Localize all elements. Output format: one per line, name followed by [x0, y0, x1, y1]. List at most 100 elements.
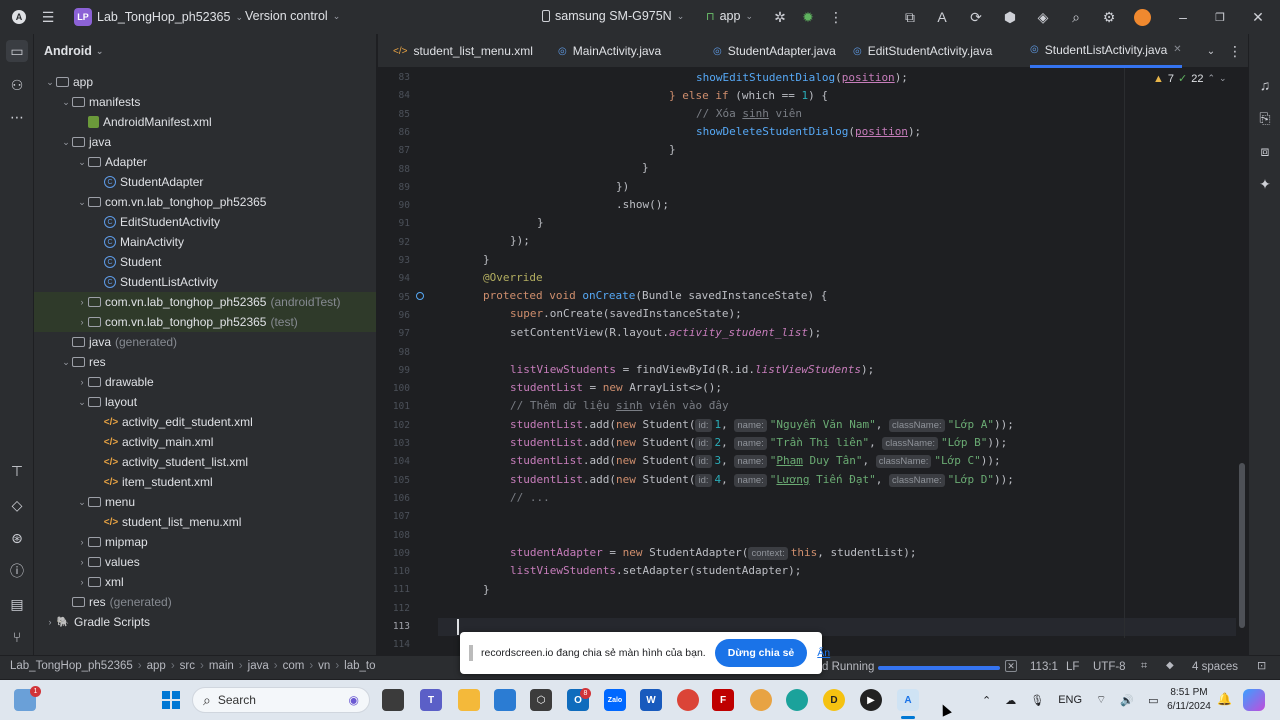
- search-icon[interactable]: ⌕: [1065, 6, 1087, 28]
- chrome-icon[interactable]: [677, 689, 699, 711]
- onedrive-cloud-icon[interactable]: ☁: [1005, 694, 1016, 707]
- tree-item[interactable]: ⌄ com.vn.lab_tonghop_ph52365: [34, 192, 376, 212]
- lock-icon[interactable]: ⊡: [1257, 659, 1266, 672]
- caret-position[interactable]: 113:1: [1030, 661, 1058, 673]
- task-status[interactable]: d Running: [822, 661, 874, 673]
- tree-item[interactable]: C Student: [34, 252, 376, 272]
- restore-icon[interactable]: ❐: [1209, 6, 1231, 28]
- run-config-selector[interactable]: ⊓ app ⌄: [706, 9, 753, 23]
- line-number[interactable]: 107: [378, 511, 410, 522]
- line-number[interactable]: 100: [378, 383, 410, 394]
- line-number[interactable]: 108: [378, 530, 410, 541]
- line-number[interactable]: 102: [378, 420, 410, 431]
- android-studio-logo-icon[interactable]: A: [8, 6, 30, 28]
- notifications-bell-icon[interactable]: ♫: [1254, 74, 1276, 96]
- line-separator[interactable]: LF: [1066, 661, 1079, 673]
- zalo-icon[interactable]: Zalo: [604, 689, 626, 711]
- scrollbar-thumb[interactable]: [1239, 463, 1245, 628]
- postman-icon[interactable]: D: [823, 689, 845, 711]
- apply-changes-icon[interactable]: ✲: [769, 6, 791, 28]
- tree-item[interactable]: </> activity_main.xml: [34, 432, 376, 452]
- drag-handle-icon[interactable]: [469, 645, 473, 661]
- chevron-down-icon[interactable]: ⌄: [60, 137, 72, 148]
- tree-item[interactable]: › com.vn.lab_tonghop_ph52365 (androidTest): [34, 292, 376, 312]
- tree-item[interactable]: AndroidManifest.xml: [34, 112, 376, 132]
- battery-icon[interactable]: ▭: [1148, 694, 1158, 707]
- line-number[interactable]: 101: [378, 401, 410, 412]
- tree-item[interactable]: </> activity_edit_student.xml: [34, 412, 376, 432]
- more-actions-icon[interactable]: ⋮: [825, 6, 847, 28]
- chevron-right-icon[interactable]: ›: [76, 577, 88, 587]
- copilot-taskbar-icon[interactable]: [1243, 689, 1265, 711]
- logcat-icon[interactable]: ⊛: [6, 527, 28, 549]
- project-selector[interactable]: LP Lab_TongHop_ph52365 ⌄: [74, 8, 243, 26]
- tree-item[interactable]: ⌄ manifests: [34, 92, 376, 112]
- line-number[interactable]: 103: [378, 438, 410, 449]
- chevron-right-icon[interactable]: ›: [76, 317, 88, 327]
- breadcrumb-item[interactable]: src: [180, 660, 195, 672]
- tab-studentlistactivity-java[interactable]: ◎ StudentListActivity.java ✕: [1030, 34, 1182, 68]
- line-number[interactable]: 88: [378, 164, 410, 175]
- tree-item[interactable]: › xml: [34, 572, 376, 592]
- tree-item[interactable]: </> activity_student_list.xml: [34, 452, 376, 472]
- terminal-icon[interactable]: ▤: [6, 593, 28, 615]
- file-explorer-icon[interactable]: [458, 689, 480, 711]
- tree-item[interactable]: java (generated): [34, 332, 376, 352]
- line-number[interactable]: 109: [378, 548, 410, 559]
- line-number[interactable]: 96: [378, 310, 410, 321]
- tree-item[interactable]: › drawable: [34, 372, 376, 392]
- line-number[interactable]: 94: [378, 273, 410, 284]
- line-number[interactable]: 110: [378, 566, 410, 577]
- line-number[interactable]: 90: [378, 200, 410, 211]
- gemini-sparkle-icon[interactable]: ✦: [1254, 173, 1276, 195]
- gradle-icon[interactable]: ⬢: [999, 6, 1021, 28]
- line-number[interactable]: 84: [378, 90, 410, 101]
- chevron-down-icon[interactable]: ⌄: [60, 97, 72, 108]
- chevron-down-icon[interactable]: ⌄: [44, 77, 56, 88]
- line-number[interactable]: 95: [378, 292, 410, 303]
- filezilla-icon[interactable]: F: [712, 689, 734, 711]
- profiler-icon[interactable]: ◈: [1032, 6, 1054, 28]
- tree-item[interactable]: ⌄ java: [34, 132, 376, 152]
- windows-start-icon[interactable]: [160, 689, 182, 711]
- project-view-selector[interactable]: Android ⌄: [34, 34, 376, 68]
- chevron-right-icon[interactable]: ›: [76, 537, 88, 547]
- tree-item[interactable]: C StudentListActivity: [34, 272, 376, 292]
- line-number[interactable]: 111: [378, 584, 410, 595]
- volume-icon[interactable]: 🔊: [1120, 694, 1134, 707]
- breadcrumb-item[interactable]: Lab_TongHop_ph52365: [10, 660, 133, 672]
- notifications-bell-icon[interactable]: 🔔: [1217, 692, 1232, 706]
- line-number[interactable]: 93: [378, 255, 410, 266]
- close-tab-icon[interactable]: ✕: [1173, 44, 1181, 55]
- teams-icon[interactable]: T: [420, 689, 442, 711]
- device-selector[interactable]: samsung SM-G975N ⌄: [542, 9, 684, 23]
- tree-item[interactable]: C StudentAdapter: [34, 172, 376, 192]
- more-tools-icon[interactable]: ⋯: [6, 106, 28, 128]
- minimize-icon[interactable]: –: [1172, 6, 1194, 28]
- chevron-right-icon[interactable]: ›: [76, 377, 88, 387]
- device-manager-icon[interactable]: ⧉: [899, 6, 921, 28]
- tree-item[interactable]: › com.vn.lab_tonghop_ph52365 (test): [34, 312, 376, 332]
- media-player-icon[interactable]: ▶: [860, 689, 882, 711]
- git-icon[interactable]: ⑂: [6, 626, 28, 648]
- chevron-up-icon[interactable]: ⌃: [982, 694, 991, 707]
- tree-item[interactable]: ⌄ app: [34, 72, 376, 92]
- breadcrumb-item[interactable]: vn: [318, 660, 330, 672]
- file-encoding[interactable]: UTF-8: [1093, 661, 1126, 673]
- breadcrumb-item[interactable]: main: [209, 660, 234, 672]
- line-number[interactable]: 112: [378, 603, 410, 614]
- tree-item[interactable]: ⌄ layout: [34, 392, 376, 412]
- breadcrumb-item[interactable]: com: [283, 660, 305, 672]
- override-marker-icon[interactable]: [416, 292, 424, 300]
- tree-item[interactable]: › values: [34, 552, 376, 572]
- chevron-right-icon[interactable]: ›: [76, 557, 88, 567]
- problems-icon[interactable]: ⓘ: [6, 560, 28, 582]
- chevron-down-icon[interactable]: ⌄: [76, 197, 88, 208]
- tab-mainactivity-java[interactable]: ◎ MainActivity.java: [558, 34, 661, 68]
- translate-icon[interactable]: A: [931, 6, 953, 28]
- chevron-down-icon[interactable]: ⌄: [1200, 40, 1222, 62]
- line-number[interactable]: 106: [378, 493, 410, 504]
- tab-editstudentactivity-java[interactable]: ◎ EditStudentActivity.java: [853, 34, 992, 68]
- chevron-right-icon[interactable]: ›: [44, 617, 56, 627]
- build-variants-icon[interactable]: ⊤: [6, 460, 28, 482]
